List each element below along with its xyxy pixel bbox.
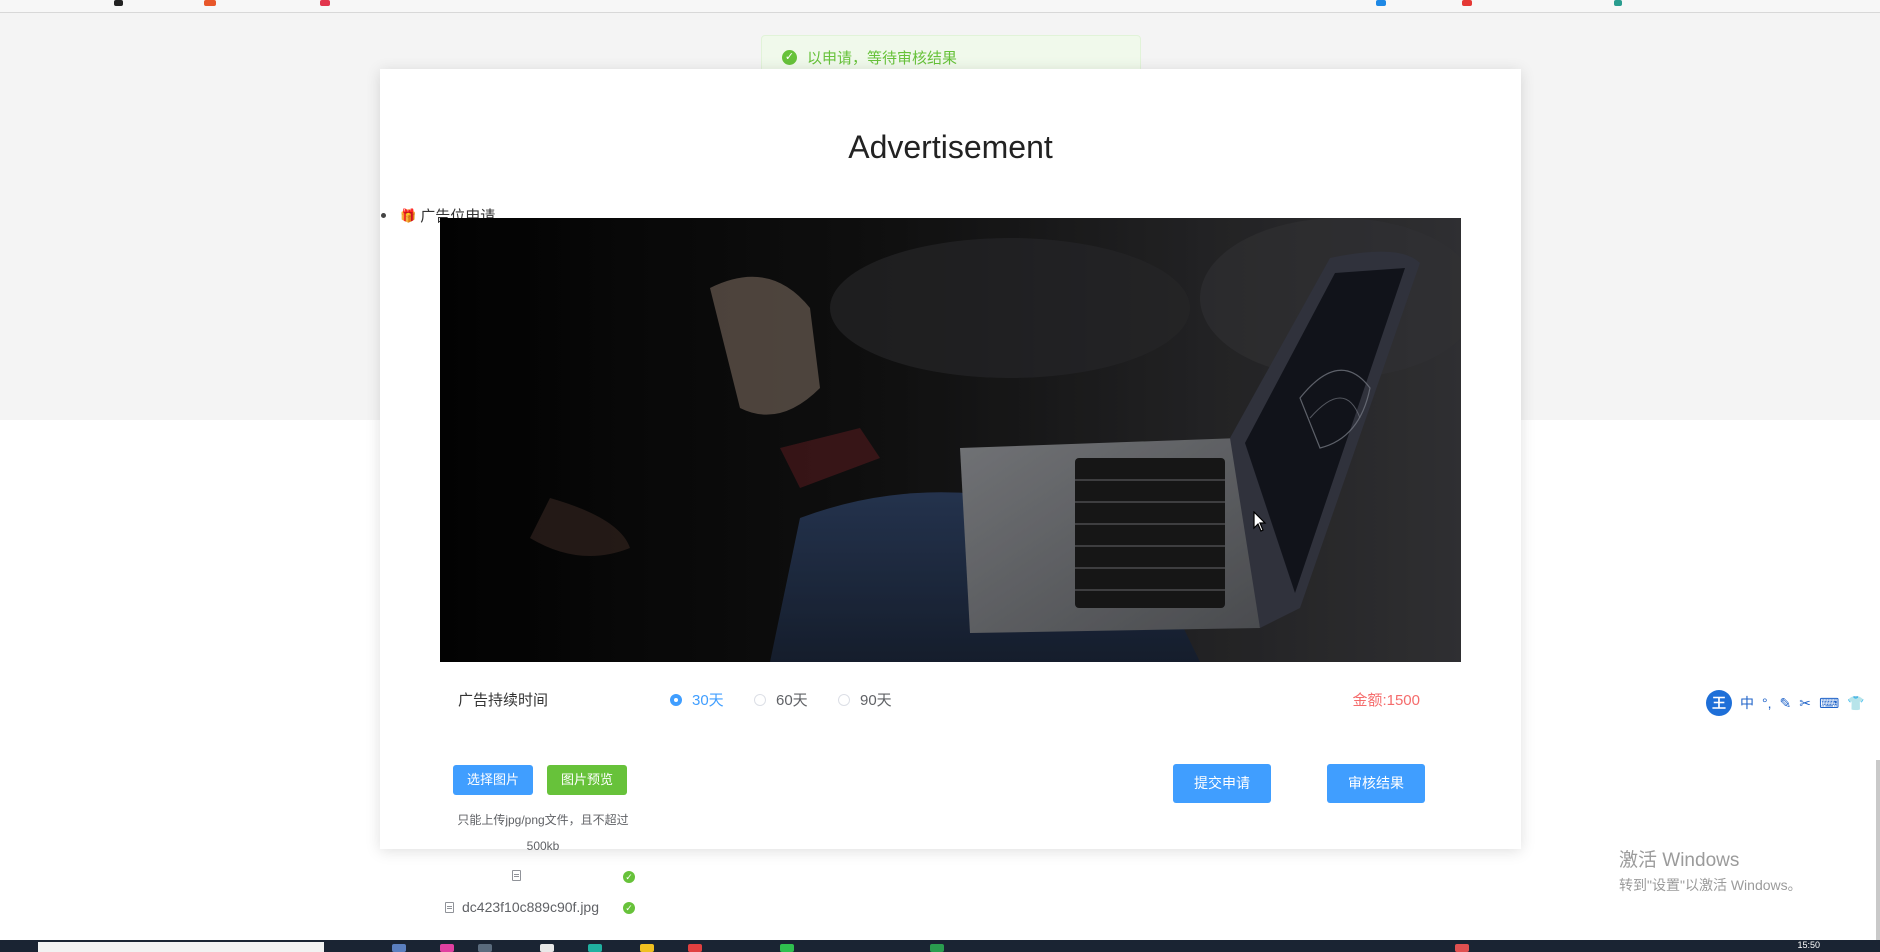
radio-unchecked-icon: [754, 693, 766, 706]
watermark-line-2: 转到"设置"以激活 Windows。: [1619, 877, 1802, 893]
taskbar-app-icon[interactable]: [688, 944, 702, 952]
taskbar-app-icon[interactable]: [440, 944, 454, 952]
keyboard-icon[interactable]: ⌨: [1819, 695, 1839, 712]
windows-activation-watermark: 激活 Windows 转到"设置"以激活 Windows。: [1619, 845, 1802, 895]
taskbar-app-icon[interactable]: [478, 944, 492, 952]
radio-90-days[interactable]: 90天: [838, 689, 892, 710]
submit-application-button[interactable]: 提交申请: [1173, 764, 1271, 803]
scissors-icon[interactable]: ✂: [1799, 695, 1811, 712]
success-check-icon: ✓: [782, 49, 797, 65]
radio-label: 60天: [776, 692, 808, 709]
radio-label: 30天: [692, 692, 724, 709]
bookmark-icon[interactable]: [204, 0, 216, 6]
preview-image-button[interactable]: 图片预览: [547, 765, 627, 795]
taskbar-app-icon[interactable]: [540, 944, 554, 952]
taskbar-app-icon[interactable]: [640, 944, 654, 952]
upload-success-icon: ✓: [623, 902, 635, 914]
advertisement-card: Advertisement 🎁 广告位申请 广告持续时间 30天 60天 90天…: [380, 69, 1521, 853]
radio-checked-icon: [670, 693, 682, 706]
toast-message: 以申请，等待审核结果: [807, 49, 958, 67]
taskbar-clock: 15:50: [1797, 940, 1820, 950]
amount-display: 金额:1500: [1352, 692, 1420, 709]
mouse-cursor-icon: [1253, 511, 1267, 532]
taskbar-app-icon[interactable]: [392, 944, 406, 952]
bookmark-icon[interactable]: [1376, 0, 1386, 6]
bookmark-icon[interactable]: [1462, 0, 1472, 6]
windows-taskbar: 15:50: [0, 940, 1880, 952]
upload-list-item[interactable]: [512, 870, 521, 881]
taskbar-app-icon[interactable]: [930, 944, 944, 952]
ime-language-toggle[interactable]: 中: [1740, 693, 1754, 713]
bookmark-icon[interactable]: [320, 0, 330, 6]
taskbar-search-box[interactable]: [38, 942, 324, 952]
radio-label: 90天: [860, 692, 892, 709]
list-bullet: [381, 213, 386, 218]
taskbar-app-icon[interactable]: [588, 944, 602, 952]
shirt-icon[interactable]: 👕: [1847, 695, 1864, 712]
pen-icon[interactable]: ✎: [1780, 695, 1792, 712]
ad-duration-row: 广告持续时间 30天 60天 90天 金额:1500: [458, 685, 1420, 711]
page-scrollbar[interactable]: [1876, 760, 1880, 952]
watermark-line-1: 激活 Windows: [1619, 850, 1740, 871]
choose-image-button[interactable]: 选择图片: [453, 765, 533, 795]
tray-icon[interactable]: [1455, 944, 1469, 952]
document-icon: [512, 870, 521, 881]
bookmark-icon[interactable]: [114, 0, 123, 6]
ime-punctuation-toggle[interactable]: °,: [1762, 695, 1772, 711]
file-name: dc423f10c889c90f.jpg: [462, 899, 599, 915]
upload-hint: 只能上传jpg/png文件，且不超过500kb: [457, 813, 629, 853]
browser-bookmarks-bar: [0, 0, 1880, 13]
radio-30-days[interactable]: 30天: [670, 689, 724, 710]
ime-toolbar: 王 中 °, ✎ ✂ ⌨ 👕: [1706, 690, 1865, 716]
upload-list-item[interactable]: dc423f10c889c90f.jpg: [445, 899, 599, 915]
bookmark-icon[interactable]: [1614, 0, 1622, 6]
laptop-photo-illustration: [440, 218, 1461, 662]
radio-60-days[interactable]: 60天: [754, 689, 808, 710]
radio-unchecked-icon: [838, 693, 850, 706]
taskbar-app-icon[interactable]: [780, 944, 794, 952]
ime-logo-icon[interactable]: 王: [1706, 690, 1732, 716]
page-title: Advertisement: [848, 129, 1053, 165]
upload-success-icon: ✓: [623, 871, 635, 883]
gift-icon: 🎁: [400, 207, 417, 223]
advertisement-image: [440, 218, 1461, 662]
duration-label: 广告持续时间: [458, 692, 549, 709]
document-icon: [445, 901, 454, 913]
review-result-button[interactable]: 审核结果: [1327, 764, 1425, 803]
